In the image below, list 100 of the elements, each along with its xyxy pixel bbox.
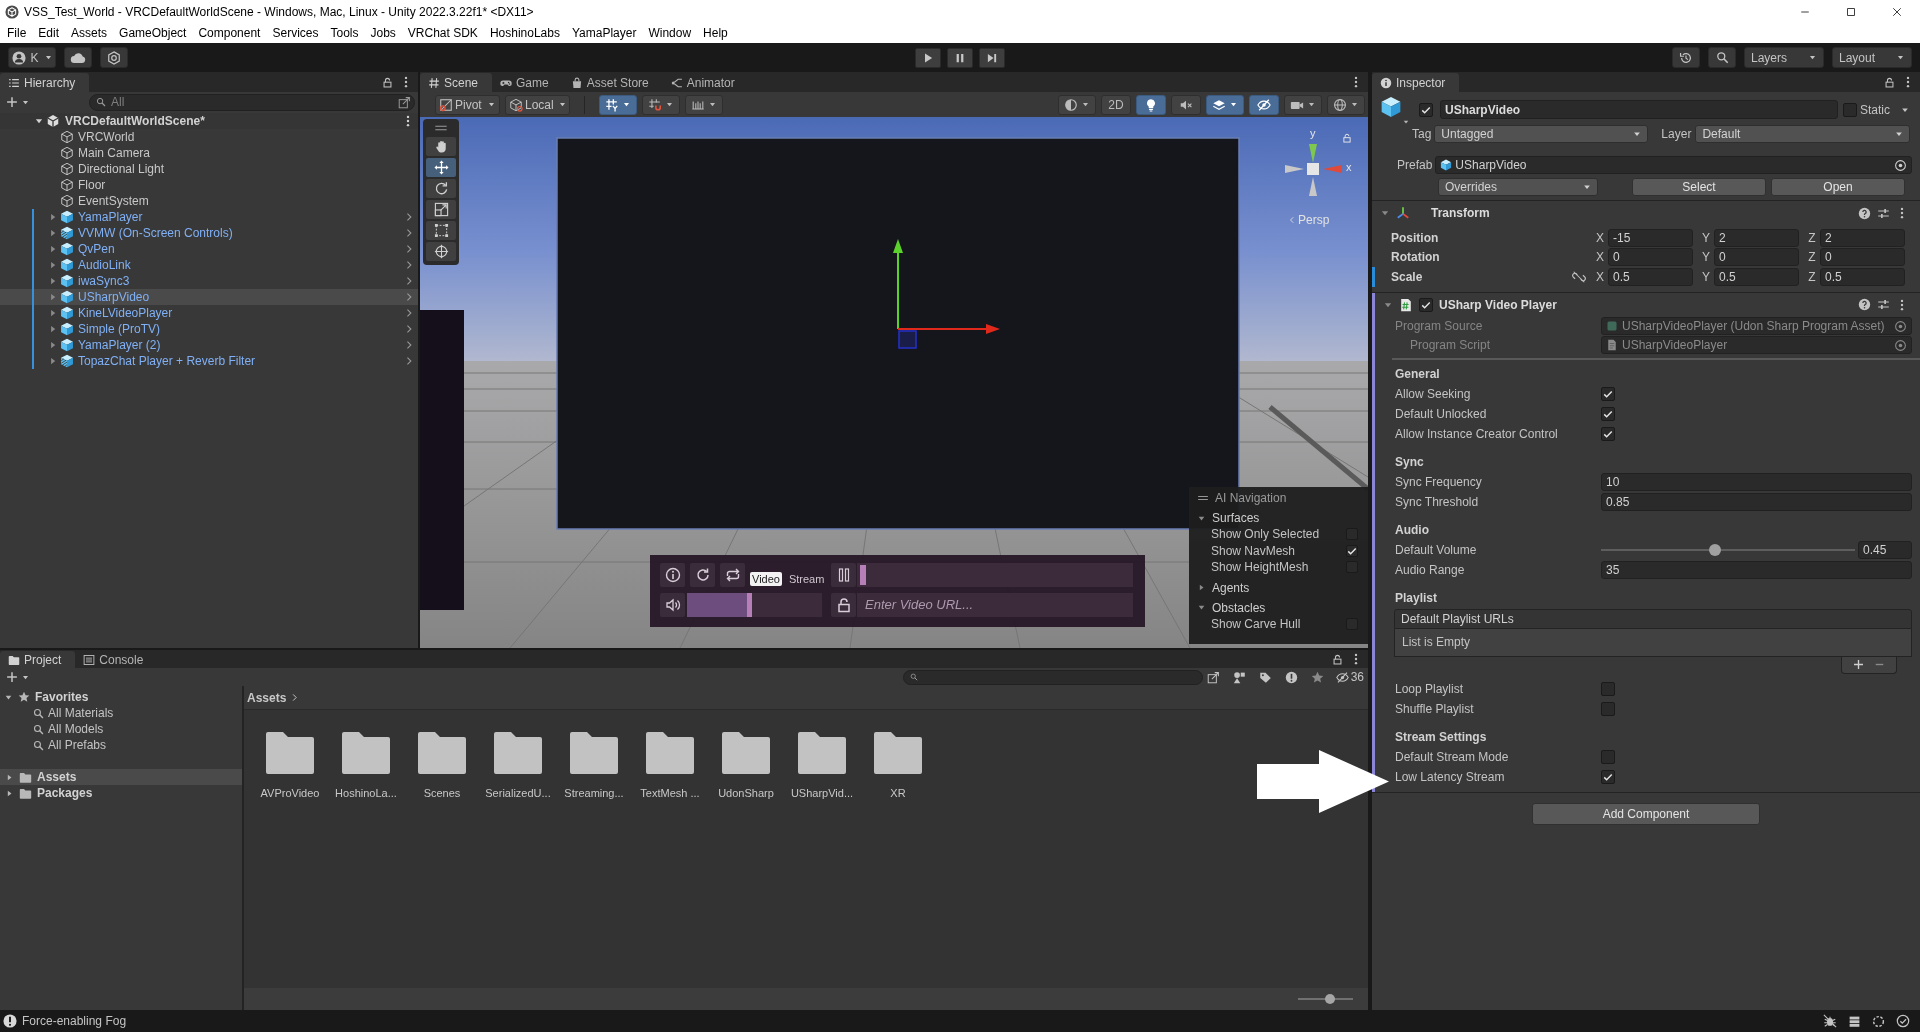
triangle-right-icon[interactable] [48, 340, 58, 350]
folder-item[interactable]: TextMesh ... [632, 732, 708, 799]
lock-icon[interactable] [1884, 76, 1895, 88]
number-field[interactable]: 0.5 [1714, 267, 1799, 286]
lock-icon[interactable] [382, 76, 393, 88]
tree-item[interactable]: Main Camera [0, 145, 418, 161]
tree-item[interactable]: YamaPlayer (2) [0, 337, 418, 353]
number-field[interactable]: 2 [1820, 228, 1905, 247]
section-header[interactable]: Agents [1197, 579, 1358, 596]
menu-item[interactable]: File [1, 26, 33, 40]
triangle-right-icon[interactable] [48, 276, 58, 286]
triangle-right-icon[interactable] [48, 356, 58, 366]
checkbox[interactable] [1601, 406, 1615, 421]
popout-icon[interactable] [1206, 670, 1220, 684]
number-field[interactable]: 0 [1714, 248, 1799, 267]
lighting-toggle[interactable] [1136, 94, 1166, 115]
breadcrumb-item[interactable]: Assets [247, 690, 287, 705]
grid-visibility-button[interactable] [599, 94, 637, 115]
mode-tab[interactable]: Video [750, 572, 782, 586]
tree-item[interactable]: Assets [0, 769, 242, 785]
checkbox[interactable] [1843, 102, 1857, 117]
menu-item[interactable]: Tools [324, 26, 365, 40]
menu-item[interactable]: GameObject [113, 26, 193, 40]
tree-item[interactable]: Simple (ProTV) [0, 321, 418, 337]
folder-item[interactable]: Scenes [404, 732, 480, 799]
menu-item[interactable]: Assets [65, 26, 114, 40]
plus-icon[interactable] [1853, 659, 1864, 670]
url-field[interactable]: Enter Video URL... [857, 592, 1133, 617]
number-field[interactable]: 0 [1608, 248, 1693, 267]
camera-toggle[interactable] [1284, 94, 1322, 115]
grid-snap-button[interactable] [642, 94, 680, 115]
checkbox[interactable] [1346, 544, 1358, 557]
effects-toggle[interactable] [1206, 94, 1244, 115]
increment-snap-button[interactable] [685, 94, 723, 115]
overrides-dropdown[interactable]: Overrides [1438, 178, 1598, 196]
layer-dropdown[interactable]: Default [1695, 125, 1910, 143]
triangle-right-icon[interactable] [48, 308, 58, 318]
lock-icon[interactable] [1332, 653, 1343, 665]
visibility-toggle[interactable] [1249, 94, 1279, 115]
bug-slash-icon[interactable] [1823, 1014, 1837, 1028]
checkbox[interactable] [1419, 297, 1433, 312]
presets-icon[interactable] [1877, 298, 1890, 311]
stack-icon[interactable] [1848, 1014, 1861, 1028]
presets-icon[interactable] [1877, 206, 1890, 220]
dashed-circle-icon[interactable] [1872, 1014, 1885, 1028]
triangle-right-icon[interactable] [48, 244, 58, 254]
menu-item[interactable]: Component [192, 26, 267, 40]
triangle-right-icon[interactable] [48, 324, 58, 334]
help-icon[interactable] [1858, 298, 1871, 311]
search-button[interactable] [1708, 47, 1736, 68]
tree-item[interactable]: QvPen [0, 241, 418, 257]
section-header[interactable]: Obstacles [1197, 599, 1358, 616]
lock-button[interactable] [831, 592, 856, 617]
tree-item[interactable]: KineLVideoPlayer [0, 305, 418, 321]
mode-tab[interactable]: Stream [786, 572, 827, 586]
star-icon[interactable] [1310, 670, 1324, 684]
exclamation-icon[interactable] [1284, 670, 1298, 684]
transform-tool-button[interactable] [426, 242, 456, 261]
folder-item[interactable]: HoshinoLa... [328, 732, 404, 799]
services-button[interactable] [100, 47, 128, 68]
panel-tab[interactable]: Project [0, 651, 76, 668]
reload-button[interactable] [690, 563, 715, 587]
object-picker-icon[interactable] [1894, 158, 1907, 172]
number-field[interactable]: 0.85 [1601, 492, 1912, 511]
menu-item[interactable]: YamaPlayer [565, 26, 643, 40]
add-button[interactable] [6, 671, 30, 683]
2d-mode-toggle[interactable]: 2D [1101, 94, 1131, 115]
menu-item[interactable]: Window [642, 26, 698, 40]
tree-item[interactable]: VVMW (On-Screen Controls) [0, 225, 418, 241]
help-icon[interactable] [1858, 206, 1871, 220]
number-field[interactable]: 10 [1601, 472, 1912, 491]
triangle-right-icon[interactable] [48, 292, 58, 302]
tree-item[interactable]: EventSystem [0, 193, 418, 209]
hidden-packages-button[interactable]: 36 [1335, 670, 1364, 684]
history-button[interactable] [1672, 47, 1700, 68]
scale-tool-button[interactable] [426, 200, 456, 219]
gizmos-toggle[interactable] [1327, 94, 1365, 115]
menu-item[interactable]: Jobs [364, 26, 402, 40]
checkbox[interactable] [1601, 681, 1615, 696]
select-button[interactable]: Select [1632, 178, 1766, 196]
triangle-right-icon[interactable] [48, 212, 58, 222]
tree-item[interactable]: Floor [0, 177, 418, 193]
account-dropdown[interactable]: K [8, 47, 56, 68]
checkbox[interactable] [1601, 701, 1615, 716]
folder-item[interactable]: Streaming... [556, 732, 632, 799]
play-button[interactable] [915, 47, 941, 68]
pause-button[interactable] [947, 47, 973, 68]
popout-icon[interactable] [398, 95, 411, 109]
shapes-icon[interactable] [1232, 670, 1246, 684]
menu-item[interactable]: Edit [32, 26, 66, 40]
checkbox[interactable] [1601, 426, 1615, 441]
layers-dropdown[interactable]: Layers [1744, 47, 1824, 68]
menu-item[interactable]: Help [697, 26, 734, 40]
hand-tool-button[interactable] [426, 137, 456, 156]
tree-item[interactable]: Packages [0, 785, 242, 801]
panel-tab[interactable]: Game [492, 73, 563, 92]
menu-item[interactable]: Services [266, 26, 325, 40]
slider-thumb[interactable] [1709, 543, 1722, 556]
space-dropdown[interactable]: Local [505, 94, 570, 115]
tag-dropdown[interactable]: Untagged [1434, 125, 1649, 143]
